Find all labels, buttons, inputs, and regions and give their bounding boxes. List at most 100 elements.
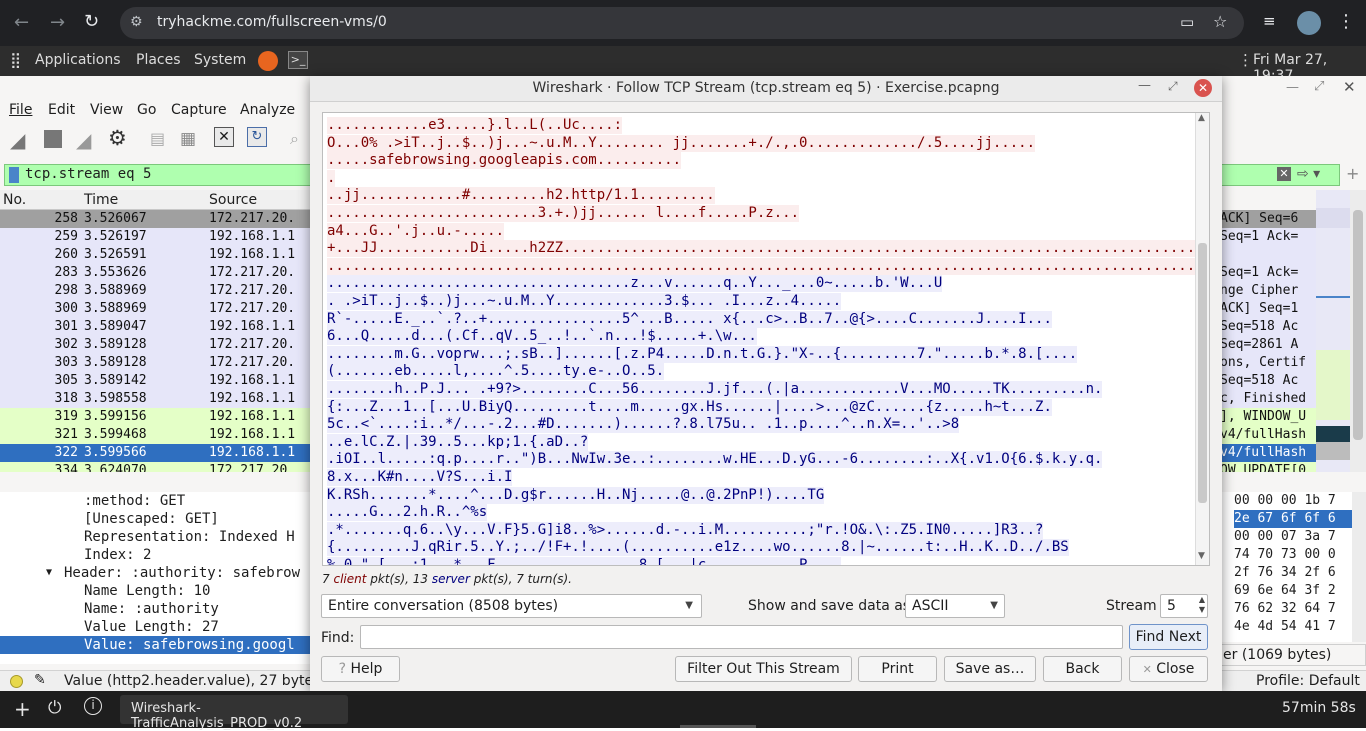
menu-places[interactable]: Places bbox=[136, 52, 181, 68]
close-file-icon[interactable]: ✕ bbox=[214, 127, 234, 147]
back-button[interactable]: Back bbox=[1043, 656, 1122, 682]
stream-content[interactable]: ............e3.....}.l..L(..Uc....: O...0… bbox=[322, 112, 1210, 566]
packet-row[interactable]: 302 3.589128 172.217.20. bbox=[0, 336, 318, 354]
menu-go[interactable]: Go bbox=[137, 102, 156, 118]
menu-kebab-icon[interactable]: ⋮ bbox=[1337, 11, 1355, 32]
menu-edit[interactable]: Edit bbox=[48, 102, 75, 118]
address-bar[interactable]: ⚙ tryhackme.com/fullscreen-vms/0 ▭ ☆ bbox=[120, 7, 1244, 39]
shark-fin-start-icon[interactable]: ◢ bbox=[10, 128, 25, 152]
packet-info[interactable]: v4/fullHash bbox=[1220, 426, 1316, 444]
menu-system[interactable]: System bbox=[194, 52, 246, 68]
packet-minimap[interactable] bbox=[1316, 190, 1350, 472]
apply-filter-icon[interactable]: ⇨ ▾ bbox=[1297, 166, 1320, 182]
find-next-button[interactable]: Find Next bbox=[1129, 624, 1208, 650]
taskbar-task-wireshark[interactable]: Wireshark-TrafficAnalysis_PROD_v0.2 bbox=[120, 695, 348, 731]
detail-row[interactable]: Index: 2 bbox=[0, 546, 310, 564]
save-file-icon[interactable]: ▦ bbox=[180, 129, 196, 149]
power-icon[interactable]: ⏻ bbox=[48, 698, 61, 718]
dialog-minimize-icon[interactable]: — bbox=[1138, 78, 1151, 93]
minimize-icon[interactable]: — bbox=[1286, 80, 1299, 95]
hex-row[interactable]: 74 70 73 00 0 bbox=[1234, 546, 1366, 564]
hex-row[interactable]: 69 6e 64 3f 2 bbox=[1234, 582, 1366, 600]
menu-view[interactable]: View bbox=[90, 102, 123, 118]
detail-row[interactable]: :method: GET bbox=[0, 492, 310, 510]
packet-info[interactable]: OW_UPDATE[0 bbox=[1220, 462, 1316, 472]
back-icon[interactable]: ← bbox=[14, 12, 29, 33]
open-file-icon[interactable]: ▤ bbox=[150, 129, 165, 148]
detail-row[interactable]: ▼ Header: :authority: safebrow bbox=[0, 564, 310, 582]
packet-list-scrollbar[interactable] bbox=[1350, 190, 1366, 472]
close-icon[interactable]: ✕ bbox=[1343, 78, 1356, 96]
detail-row[interactable]: Value: safebrowsing.googl bbox=[0, 636, 310, 654]
packet-info[interactable]: c, Finished bbox=[1220, 390, 1316, 408]
print-button[interactable]: Print bbox=[858, 656, 937, 682]
packet-row[interactable]: 321 3.599468 192.168.1.1 bbox=[0, 426, 318, 444]
find-input[interactable] bbox=[360, 625, 1123, 649]
site-info-icon[interactable]: ⚙ bbox=[130, 14, 143, 30]
add-icon[interactable]: + bbox=[14, 697, 31, 721]
packet-info[interactable]: ons, Certif bbox=[1220, 354, 1316, 372]
packet-row[interactable]: 260 3.526591 192.168.1.1 bbox=[0, 246, 318, 264]
packet-info[interactable]: Seq=2861 A bbox=[1220, 336, 1316, 354]
display-filter-text[interactable]: tcp.stream eq 5 bbox=[25, 166, 151, 182]
stream-number-spinner[interactable]: 5 ▲ ▼ bbox=[1160, 594, 1208, 618]
packet-info[interactable] bbox=[1220, 246, 1316, 264]
hex-row[interactable]: 2e 67 6f 6f 6 bbox=[1234, 510, 1366, 528]
conversation-value[interactable]: Entire conversation (8508 bytes) bbox=[328, 598, 558, 614]
panel-menu-icon[interactable]: ⋮ bbox=[1238, 51, 1253, 69]
dialog-close-icon[interactable]: ✕ bbox=[1194, 79, 1212, 97]
packet-row[interactable]: 298 3.588969 172.217.20. bbox=[0, 282, 318, 300]
col-source[interactable]: Source bbox=[209, 192, 257, 208]
add-filter-icon[interactable]: + bbox=[1346, 164, 1359, 183]
packet-row[interactable]: 300 3.588969 172.217.20. bbox=[0, 300, 318, 318]
apps-grid-icon[interactable]: ⣿ bbox=[10, 51, 21, 69]
stream-scrollbar[interactable]: ▲ ▼ bbox=[1195, 113, 1209, 565]
close-button[interactable]: ✕ Close bbox=[1129, 656, 1208, 682]
col-no[interactable]: No. bbox=[3, 192, 26, 208]
packet-info[interactable]: v4/fullHash bbox=[1220, 444, 1316, 462]
show-as-select[interactable]: ASCII ▼ bbox=[905, 594, 1005, 618]
expand-chevron-icon[interactable]: ▼ bbox=[46, 564, 52, 582]
packet-info[interactable]: Seq=1 Ack= bbox=[1220, 228, 1316, 246]
bytes-tab[interactable]: er (1069 bytes) bbox=[1220, 644, 1366, 666]
packet-info[interactable]: Seq=518 Ac bbox=[1220, 372, 1316, 390]
packet-info[interactable]: Seq=1 Ack= bbox=[1220, 264, 1316, 282]
bytes-tab-label[interactable]: er (1069 bytes) bbox=[1223, 647, 1331, 663]
clear-filter-icon[interactable]: ✕ bbox=[1277, 167, 1291, 181]
save-as-button[interactable]: Save as… bbox=[944, 656, 1036, 682]
detail-row[interactable]: [Unescaped: GET] bbox=[0, 510, 310, 528]
packet-info[interactable]: ], WINDOW_U bbox=[1220, 408, 1316, 426]
packet-row[interactable]: 303 3.589128 172.217.20. bbox=[0, 354, 318, 372]
task-label[interactable]: Wireshark-TrafficAnalysis_PROD_v0.2 bbox=[131, 701, 348, 731]
dialog-titlebar[interactable]: Wireshark · Follow TCP Stream (tcp.strea… bbox=[310, 76, 1222, 102]
conversation-select[interactable]: Entire conversation (8508 bytes) ▼ bbox=[321, 594, 702, 618]
menu-capture[interactable]: Capture bbox=[171, 102, 227, 118]
packet-row[interactable]: 318 3.598558 192.168.1.1 bbox=[0, 390, 318, 408]
packet-row[interactable]: 259 3.526197 192.168.1.1 bbox=[0, 228, 318, 246]
packet-info[interactable]: nge Cipher bbox=[1220, 282, 1316, 300]
filter-out-stream-button[interactable]: Filter Out This Stream bbox=[675, 656, 852, 682]
detail-row[interactable]: Value Length: 27 bbox=[0, 618, 310, 636]
hscroll[interactable] bbox=[0, 462, 318, 474]
edit-comment-icon[interactable]: ✎ bbox=[34, 672, 46, 688]
bookmark-filter-icon[interactable] bbox=[9, 167, 19, 183]
find-packet-icon[interactable]: ⌕ bbox=[290, 129, 299, 149]
packet-row[interactable]: 283 3.553626 172.217.20. bbox=[0, 264, 318, 282]
hex-row[interactable]: 00 00 07 3a 7 bbox=[1234, 528, 1366, 546]
reload-file-icon[interactable]: ↻ bbox=[247, 127, 267, 147]
hex-row[interactable]: 76 62 32 64 7 bbox=[1234, 600, 1366, 618]
detail-row[interactable]: Name Length: 10 bbox=[0, 582, 310, 600]
forward-icon[interactable]: → bbox=[50, 12, 65, 33]
media-icon[interactable]: ≡ bbox=[1263, 12, 1276, 30]
packet-info[interactable]: Seq=518 Ac bbox=[1220, 318, 1316, 336]
show-as-value[interactable]: ASCII bbox=[912, 598, 949, 614]
help-button[interactable]: ? Help bbox=[321, 656, 400, 682]
hex-row[interactable]: 4e 4d 54 41 7 bbox=[1234, 618, 1366, 636]
detail-row[interactable]: Name: :authority bbox=[0, 600, 310, 618]
packet-row[interactable]: 305 3.589142 192.168.1.1 bbox=[0, 372, 318, 390]
avatar[interactable] bbox=[1297, 11, 1321, 35]
menu-file[interactable]: File bbox=[9, 102, 32, 118]
detail-row[interactable]: Representation: Indexed H bbox=[0, 528, 310, 546]
firefox-icon[interactable] bbox=[258, 51, 278, 71]
chevron-down-icon[interactable]: ▼ bbox=[685, 595, 693, 617]
